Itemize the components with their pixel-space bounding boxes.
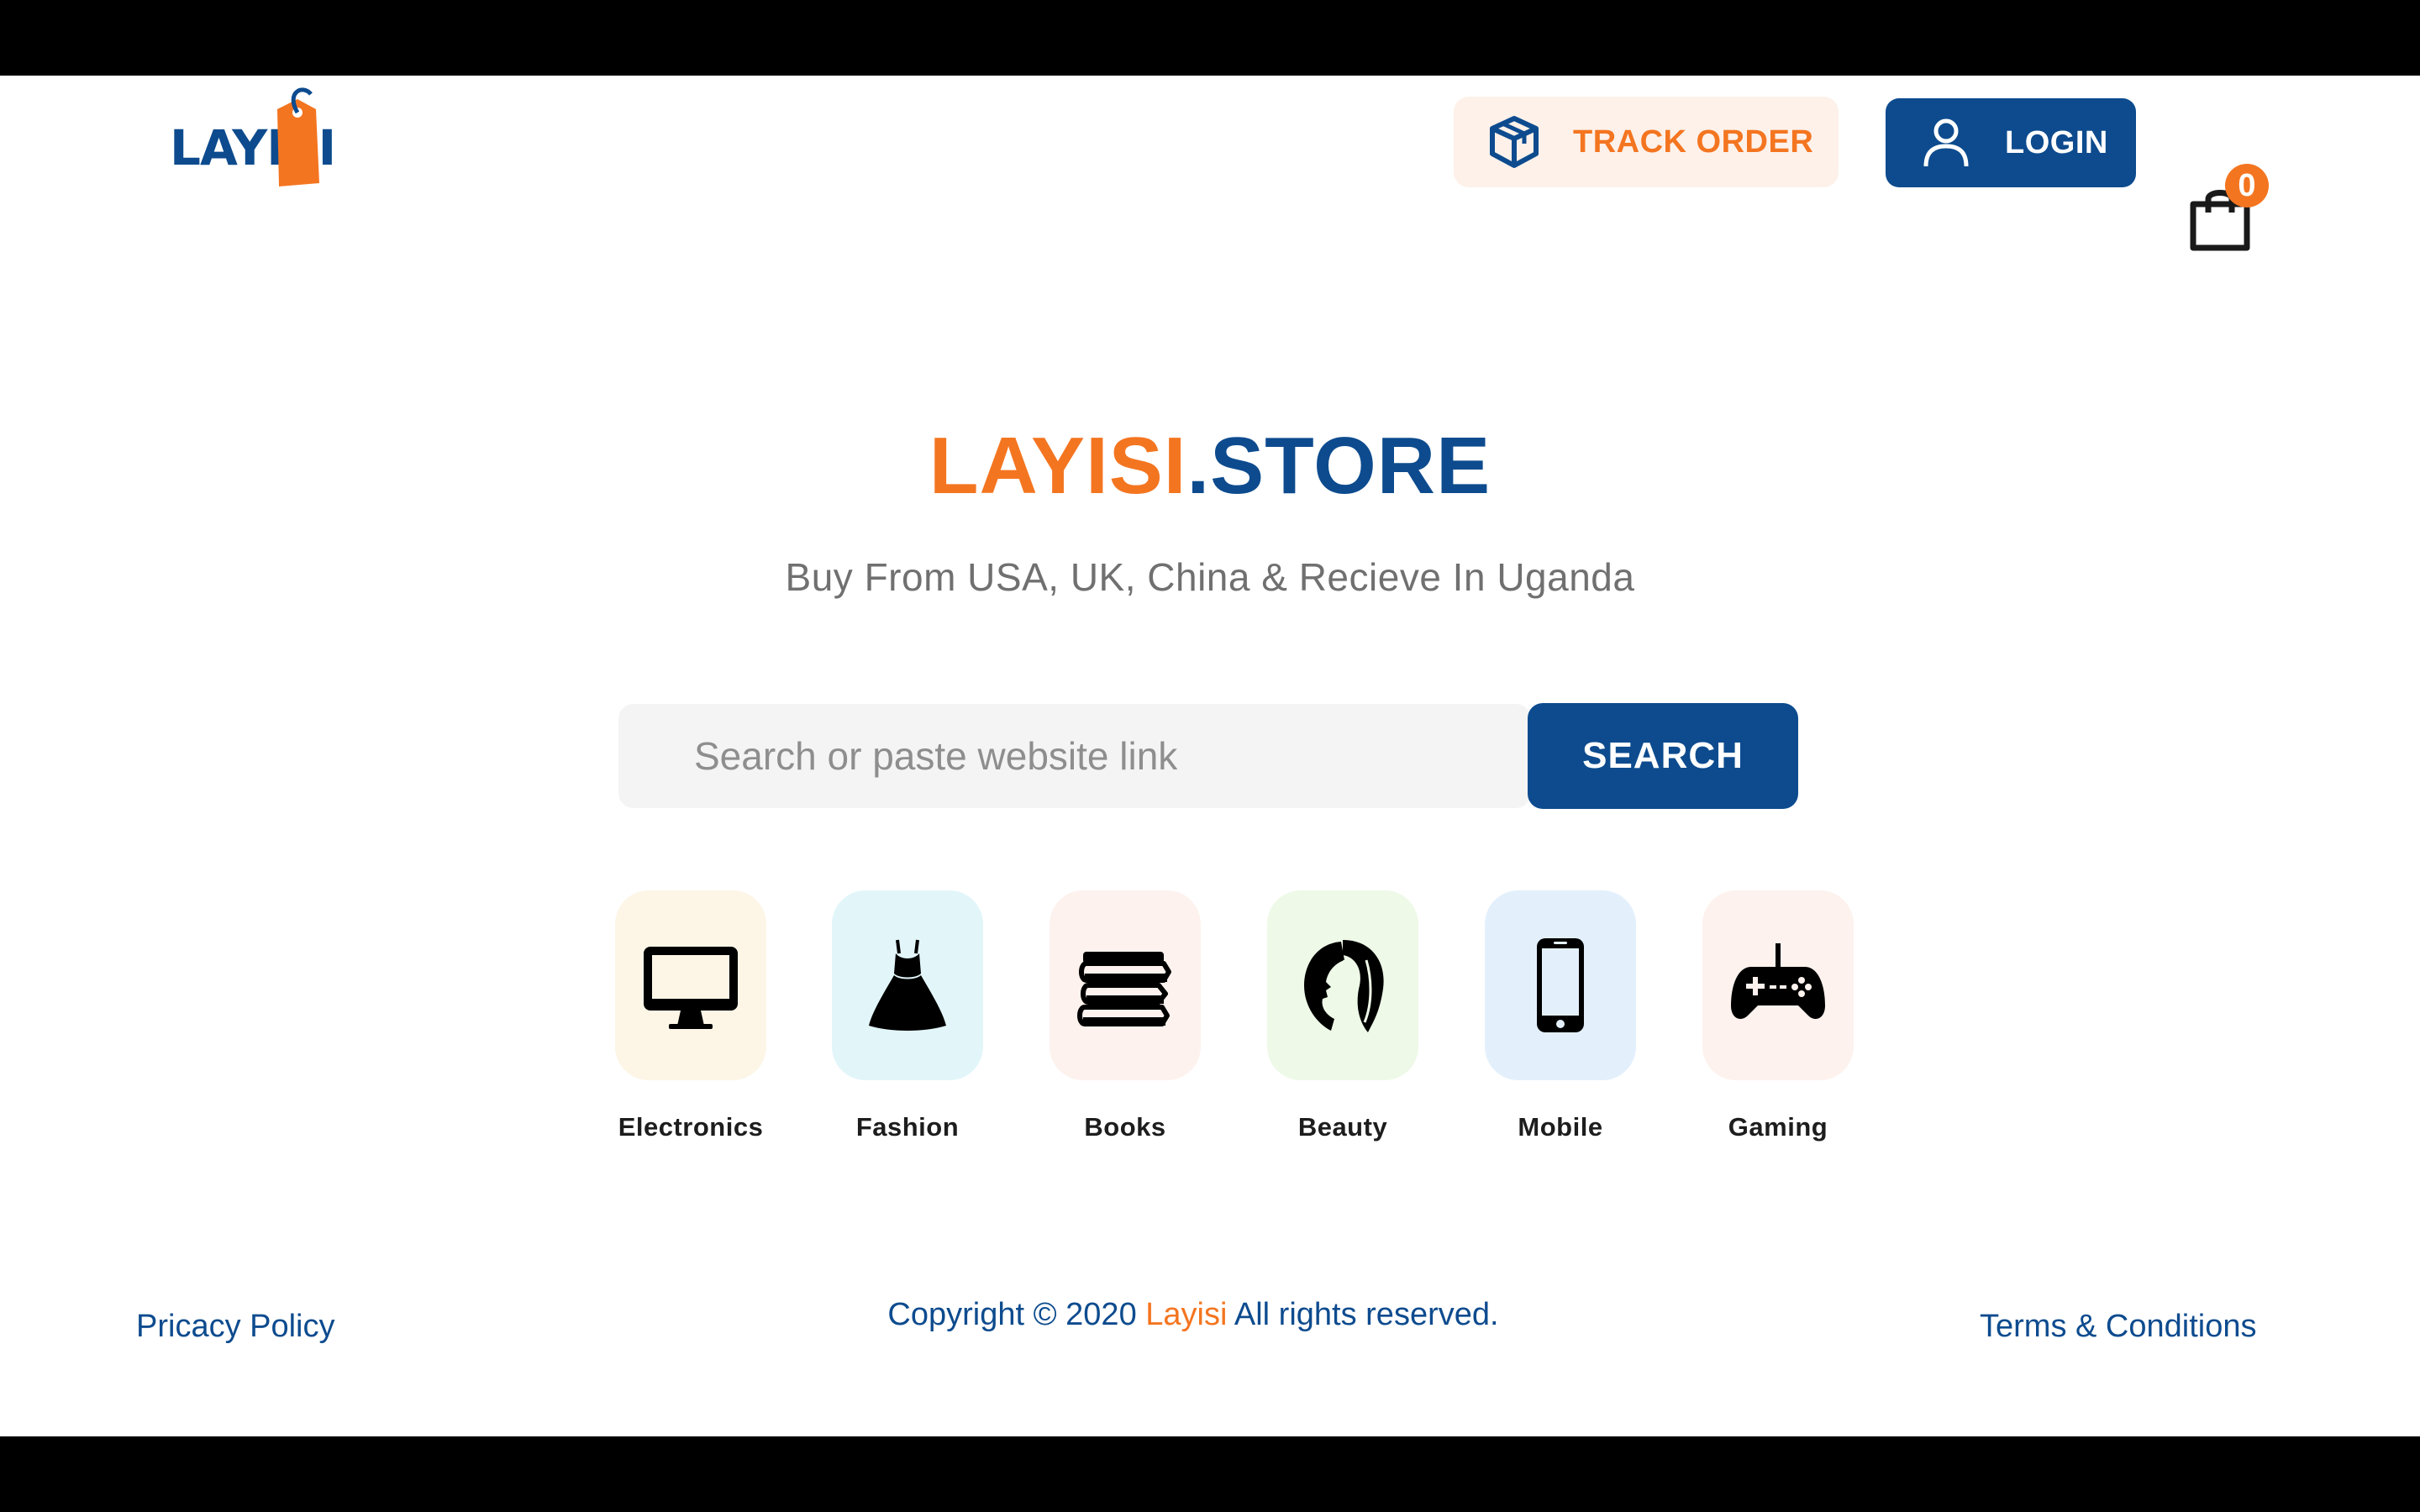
hero-title: LAYISI.STORE <box>929 421 1491 511</box>
price-tag-icon <box>277 87 319 186</box>
login-button[interactable]: LOGIN <box>1886 98 2136 187</box>
category-tile[interactable] <box>1267 890 1418 1080</box>
login-label: LOGIN <box>2005 124 2108 160</box>
category-label: Beauty <box>1297 1112 1388 1142</box>
user-icon <box>1923 118 1969 167</box>
books-stack-icon <box>1077 952 1171 1026</box>
cart-count-badge: 0 <box>2225 164 2269 207</box>
category-label: Gaming <box>1728 1112 1828 1142</box>
brand-logo[interactable]: LAYISI <box>170 84 336 188</box>
track-order-button[interactable]: TRACK ORDER <box>1454 97 1839 187</box>
copyright-brand: Layisi <box>1145 1297 1228 1332</box>
woman-face-hair-icon <box>1304 940 1384 1032</box>
category-tile[interactable] <box>1485 890 1636 1080</box>
gamepad-icon <box>1731 943 1825 1019</box>
category-tile[interactable] <box>1050 890 1201 1080</box>
category-tile[interactable] <box>832 890 983 1080</box>
category-list: Electronics Fashion Books Beauty Mobile … <box>600 890 1860 1159</box>
category-beauty[interactable]: Beauty <box>1252 890 1420 1159</box>
smartphone-icon <box>1537 938 1584 1032</box>
terms-conditions-link[interactable]: Terms & Conditions <box>1980 1309 2256 1345</box>
category-label: Books <box>1084 1112 1166 1142</box>
desktop-monitor-icon <box>644 947 738 1029</box>
package-box-icon <box>1490 116 1539 168</box>
category-mobile[interactable]: Mobile <box>1470 890 1638 1159</box>
category-gaming[interactable]: Gaming <box>1687 890 1855 1159</box>
dress-icon <box>869 939 946 1031</box>
category-electronics[interactable]: Electronics <box>600 890 768 1159</box>
search-input[interactable] <box>618 704 1531 808</box>
search-button[interactable]: SEARCH <box>1528 703 1798 809</box>
cart-button[interactable]: 0 <box>2185 164 2269 256</box>
track-order-label: TRACK ORDER <box>1573 123 1814 160</box>
category-tile[interactable] <box>1702 890 1854 1080</box>
category-fashion[interactable]: Fashion <box>817 890 985 1159</box>
category-label: Mobile <box>1518 1112 1603 1142</box>
letterbox-top <box>0 0 2420 76</box>
hero-subtitle: Buy From USA, UK, China & Recieve In Uga… <box>785 555 1635 599</box>
category-books[interactable]: Books <box>1034 890 1202 1159</box>
category-label: Fashion <box>855 1112 960 1142</box>
category-label: Electronics <box>618 1112 764 1142</box>
letterbox-bottom <box>0 1436 2420 1512</box>
category-tile[interactable] <box>615 890 766 1080</box>
